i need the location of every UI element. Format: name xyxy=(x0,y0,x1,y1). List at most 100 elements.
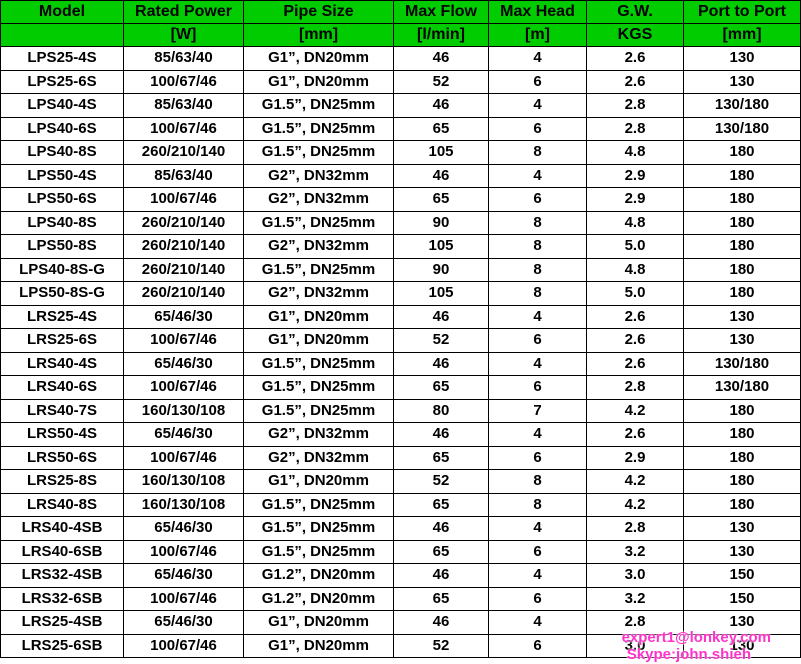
cell-pipe-size: G1”, DN20mm xyxy=(243,328,394,353)
cell-gw: 5.0 xyxy=(586,281,684,306)
cell-model: LRS25-6SB xyxy=(0,633,124,658)
table-row: LRS40-7S 160/130/108 G1.5”, DN25mm 80 7 4.2 18… xyxy=(0,398,801,423)
table-row: LRS40-4S 65/46/30 G1.5”, DN25mm 46 4 2.6 130/1… xyxy=(0,351,801,376)
cell-gw: 2.6 xyxy=(586,351,684,376)
cell-port-to-port: 130 xyxy=(683,304,801,329)
cell-rated-power: 100/67/46 xyxy=(123,69,244,94)
cell-pipe-size: G1.5”, DN25mm xyxy=(243,210,394,235)
cell-port-to-port: 180 xyxy=(683,398,801,423)
cell-max-head: 8 xyxy=(488,140,587,165)
cell-max-flow: 80 xyxy=(393,398,489,423)
cell-port-to-port: 180 xyxy=(683,257,801,282)
cell-model: LRS25-6S xyxy=(0,328,124,353)
cell-max-head: 4 xyxy=(488,563,587,588)
watermark-email: expert1@lonkey.com xyxy=(621,629,771,646)
unit-max-flow: [l/min] xyxy=(393,23,489,47)
cell-rated-power: 100/67/46 xyxy=(123,116,244,141)
cell-gw: 3.0 xyxy=(586,563,684,588)
table-row: LRS40-8S 160/130/108 G1.5”, DN25mm 65 8 4.2 18… xyxy=(0,492,801,517)
cell-port-to-port: 180 xyxy=(683,445,801,470)
cell-max-flow: 65 xyxy=(393,187,489,212)
cell-max-head: 6 xyxy=(488,445,587,470)
cell-port-to-port: 130 xyxy=(683,328,801,353)
col-header-pipe-size: Pipe Size xyxy=(243,0,394,24)
cell-port-to-port: 130 xyxy=(683,46,801,71)
cell-gw: 2.9 xyxy=(586,163,684,188)
cell-gw: 2.8 xyxy=(586,116,684,141)
cell-pipe-size: G1.5”, DN25mm xyxy=(243,351,394,376)
table-row: LPS40-6S 100/67/46 G1.5”, DN25mm 65 6 2.8 130/… xyxy=(0,116,801,141)
table-row: LRS25-4S 65/46/30 G1”, DN20mm 46 4 2.6 130 xyxy=(0,304,801,329)
cell-port-to-port: 180 xyxy=(683,422,801,447)
cell-pipe-size: G1”, DN20mm xyxy=(243,469,394,494)
cell-pipe-size: G2”, DN32mm xyxy=(243,234,394,259)
cell-rated-power: 160/130/108 xyxy=(123,398,244,423)
cell-rated-power: 100/67/46 xyxy=(123,328,244,353)
cell-gw: 2.8 xyxy=(586,93,684,118)
cell-max-flow: 65 xyxy=(393,539,489,564)
cell-model: LRS25-4S xyxy=(0,304,124,329)
cell-rated-power: 65/46/30 xyxy=(123,351,244,376)
cell-model: LPS40-8S-G xyxy=(0,257,124,282)
cell-model: LPS40-8S xyxy=(0,210,124,235)
cell-model: LRS40-4S xyxy=(0,351,124,376)
cell-rated-power: 160/130/108 xyxy=(123,492,244,517)
cell-max-flow: 52 xyxy=(393,69,489,94)
cell-rated-power: 100/67/46 xyxy=(123,375,244,400)
cell-rated-power: 85/63/40 xyxy=(123,46,244,71)
cell-pipe-size: G1.5”, DN25mm xyxy=(243,116,394,141)
cell-max-flow: 65 xyxy=(393,445,489,470)
cell-max-flow: 46 xyxy=(393,163,489,188)
cell-max-head: 4 xyxy=(488,163,587,188)
table-row: LRS40-6S 100/67/46 G1.5”, DN25mm 65 6 2.8 130/… xyxy=(0,375,801,400)
cell-max-head: 8 xyxy=(488,234,587,259)
cell-port-to-port: 130/180 xyxy=(683,93,801,118)
cell-pipe-size: G1”, DN20mm xyxy=(243,633,394,658)
cell-pipe-size: G1.5”, DN25mm xyxy=(243,539,394,564)
cell-pipe-size: G2”, DN32mm xyxy=(243,422,394,447)
cell-max-head: 7 xyxy=(488,398,587,423)
cell-max-flow: 46 xyxy=(393,93,489,118)
cell-model: LRS25-4SB xyxy=(0,610,124,635)
cell-model: LRS32-6SB xyxy=(0,586,124,611)
table-row: LPS40-4S 85/63/40 G1.5”, DN25mm 46 4 2.8 130/1… xyxy=(0,93,801,118)
cell-model: LPS25-4S xyxy=(0,46,124,71)
table-body: LPS25-4S 85/63/40 G1”, DN20mm 46 4 2.6 130 LPS2… xyxy=(0,46,801,658)
cell-model: LRS32-4SB xyxy=(0,563,124,588)
cell-pipe-size: G2”, DN32mm xyxy=(243,445,394,470)
cell-model: LRS40-7S xyxy=(0,398,124,423)
cell-gw: 5.0 xyxy=(586,234,684,259)
cell-max-flow: 52 xyxy=(393,633,489,658)
cell-max-flow: 90 xyxy=(393,210,489,235)
unit-rated-power: [W] xyxy=(123,23,244,47)
cell-port-to-port: 150 xyxy=(683,586,801,611)
cell-gw: 2.6 xyxy=(586,422,684,447)
cell-rated-power: 260/210/140 xyxy=(123,257,244,282)
table-row: LRS32-4SB 65/46/30 G1.2”, DN20mm 46 4 3.0 150 xyxy=(0,563,801,588)
table-row: LRS50-6S 100/67/46 G2”, DN32mm 65 6 2.9 180 xyxy=(0,445,801,470)
cell-gw: 3.2 xyxy=(586,539,684,564)
cell-port-to-port: 130/180 xyxy=(683,116,801,141)
cell-pipe-size: G1.2”, DN20mm xyxy=(243,586,394,611)
cell-max-head: 8 xyxy=(488,257,587,282)
table-row: LPS40-8S-G 260/210/140 G1.5”, DN25mm 90 8 4.8… xyxy=(0,257,801,282)
cell-max-head: 4 xyxy=(488,304,587,329)
cell-gw: 2.6 xyxy=(586,69,684,94)
cell-pipe-size: G1.5”, DN25mm xyxy=(243,375,394,400)
cell-max-head: 4 xyxy=(488,93,587,118)
cell-port-to-port: 180 xyxy=(683,187,801,212)
cell-pipe-size: G1”, DN20mm xyxy=(243,610,394,635)
cell-model: LPS50-8S xyxy=(0,234,124,259)
cell-max-head: 4 xyxy=(488,516,587,541)
cell-model: LPS40-4S xyxy=(0,93,124,118)
cell-max-head: 6 xyxy=(488,633,587,658)
cell-port-to-port: 180 xyxy=(683,281,801,306)
cell-model: LRS25-8S xyxy=(0,469,124,494)
cell-gw: 2.6 xyxy=(586,328,684,353)
unit-pipe-size: [mm] xyxy=(243,23,394,47)
cell-rated-power: 160/130/108 xyxy=(123,469,244,494)
cell-max-flow: 105 xyxy=(393,140,489,165)
cell-max-flow: 65 xyxy=(393,492,489,517)
cell-rated-power: 65/46/30 xyxy=(123,304,244,329)
cell-max-head: 4 xyxy=(488,46,587,71)
